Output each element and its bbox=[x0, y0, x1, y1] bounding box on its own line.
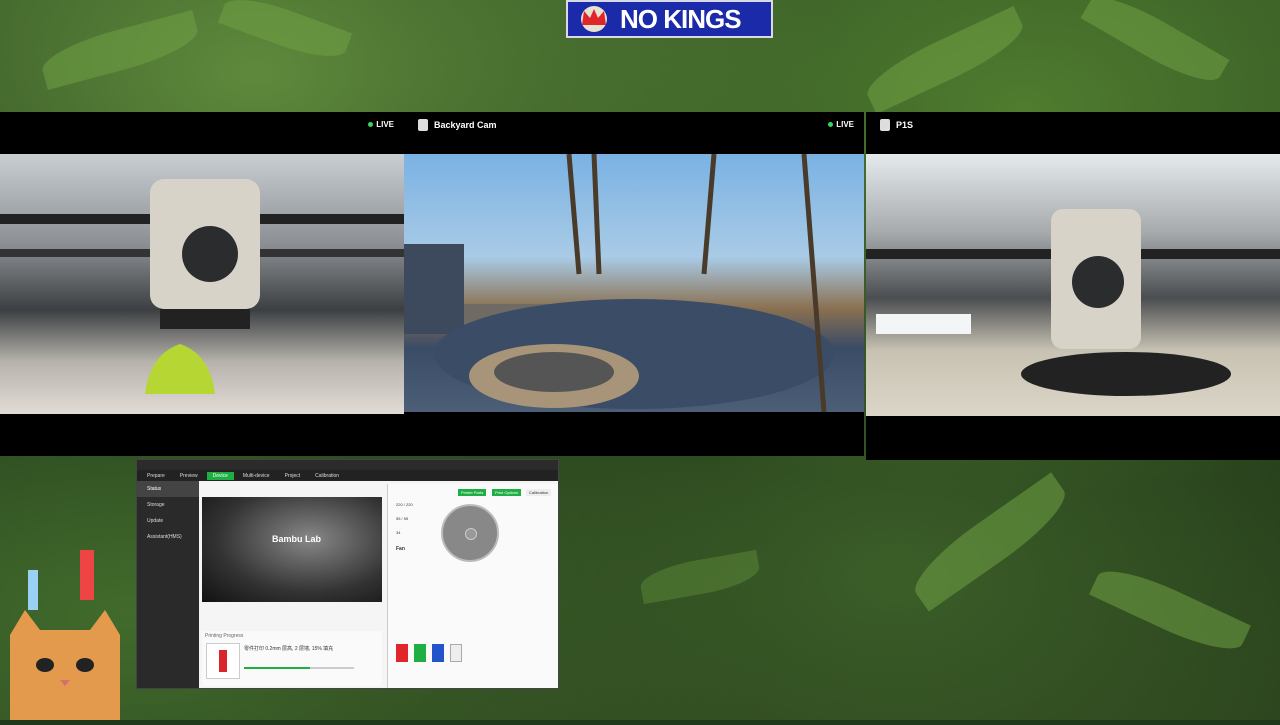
streamer-cat-avatar bbox=[0, 540, 135, 720]
chamber-temp: 34 bbox=[396, 530, 401, 535]
sidebar-item-storage[interactable]: Storage bbox=[137, 497, 199, 513]
device-sidebar: Status Storage Update Assistant(HMS) bbox=[137, 481, 199, 688]
bambu-lab-logo: Bambu Lab bbox=[272, 534, 322, 544]
fan-label: Fan bbox=[396, 546, 405, 552]
print-file-name: 零件打印 0.2mm 层高, 2 层墙, 15% 填充 bbox=[244, 646, 334, 652]
tab-calibration[interactable]: Calibration bbox=[309, 472, 345, 480]
sidebar-item-assistant[interactable]: Assistant(HMS) bbox=[137, 529, 199, 545]
backyard-video bbox=[404, 154, 864, 412]
camera-icon bbox=[418, 119, 428, 131]
no-kings-banner: NO KINGS bbox=[566, 0, 773, 38]
printer-video-left bbox=[0, 154, 404, 414]
printer-video-p1s bbox=[866, 154, 1280, 416]
ams-slot-1[interactable] bbox=[396, 644, 408, 662]
window-titlebar bbox=[137, 460, 558, 470]
camera-icon bbox=[880, 119, 890, 131]
banner-text: NO KINGS bbox=[620, 3, 742, 34]
nozzle-temp: 220 / 220 bbox=[396, 502, 413, 507]
camera-title: Backyard Cam bbox=[434, 120, 497, 130]
printer-parts-button[interactable]: Printer Parts bbox=[458, 489, 487, 496]
tab-project[interactable]: Project bbox=[279, 472, 307, 480]
camera-title: P1S bbox=[896, 120, 914, 130]
device-main: Bambu Lab Printing Progress 零件打印 0.2mm 层… bbox=[199, 481, 558, 688]
bambu-studio-window: Prepare Preview Device Multi-device Proj… bbox=[136, 459, 559, 689]
sidebar-item-status[interactable]: Status bbox=[137, 481, 199, 497]
tab-prepare[interactable]: Prepare bbox=[141, 472, 171, 480]
camera-panel-backyard: Backyard Cam LIVE bbox=[404, 112, 864, 456]
printer-camera-view: Bambu Lab bbox=[202, 497, 382, 602]
progress-heading: Printing Progress bbox=[205, 633, 244, 639]
printing-progress-panel: Printing Progress 零件打印 0.2mm 层高, 2 层墙, 1… bbox=[202, 631, 382, 686]
main-tabs: Prepare Preview Device Multi-device Proj… bbox=[137, 470, 558, 481]
control-panel: Printer Parts Print Options Calibration … bbox=[387, 484, 558, 688]
live-badge: LIVE bbox=[828, 120, 854, 129]
camera-panel-p1s: P1S bbox=[866, 112, 1280, 460]
live-badge: LIVE bbox=[368, 120, 394, 129]
bed-temp: 55 / 55 bbox=[396, 516, 409, 521]
camera-header: P1S bbox=[866, 112, 1280, 150]
ams-slot-2[interactable] bbox=[414, 644, 426, 662]
camera-header: Backyard Cam LIVE bbox=[404, 112, 864, 150]
ams-slot-4[interactable] bbox=[450, 644, 462, 662]
tab-preview[interactable]: Preview bbox=[174, 472, 204, 480]
calibration-button[interactable]: Calibration bbox=[526, 489, 552, 496]
tab-device[interactable]: Device bbox=[206, 471, 234, 480]
progress-bar bbox=[244, 667, 354, 669]
camera-header: LIVE bbox=[0, 112, 404, 150]
model-thumbnail bbox=[206, 643, 240, 679]
tab-multi-device[interactable]: Multi-device bbox=[237, 472, 276, 480]
crown-icon bbox=[574, 5, 614, 33]
sidebar-item-update[interactable]: Update bbox=[137, 513, 199, 529]
ams-slot-3[interactable] bbox=[432, 644, 444, 662]
axis-jog-dpad[interactable] bbox=[441, 504, 499, 562]
camera-panel-left: LIVE bbox=[0, 112, 404, 456]
print-options-button[interactable]: Print Options bbox=[492, 489, 522, 496]
